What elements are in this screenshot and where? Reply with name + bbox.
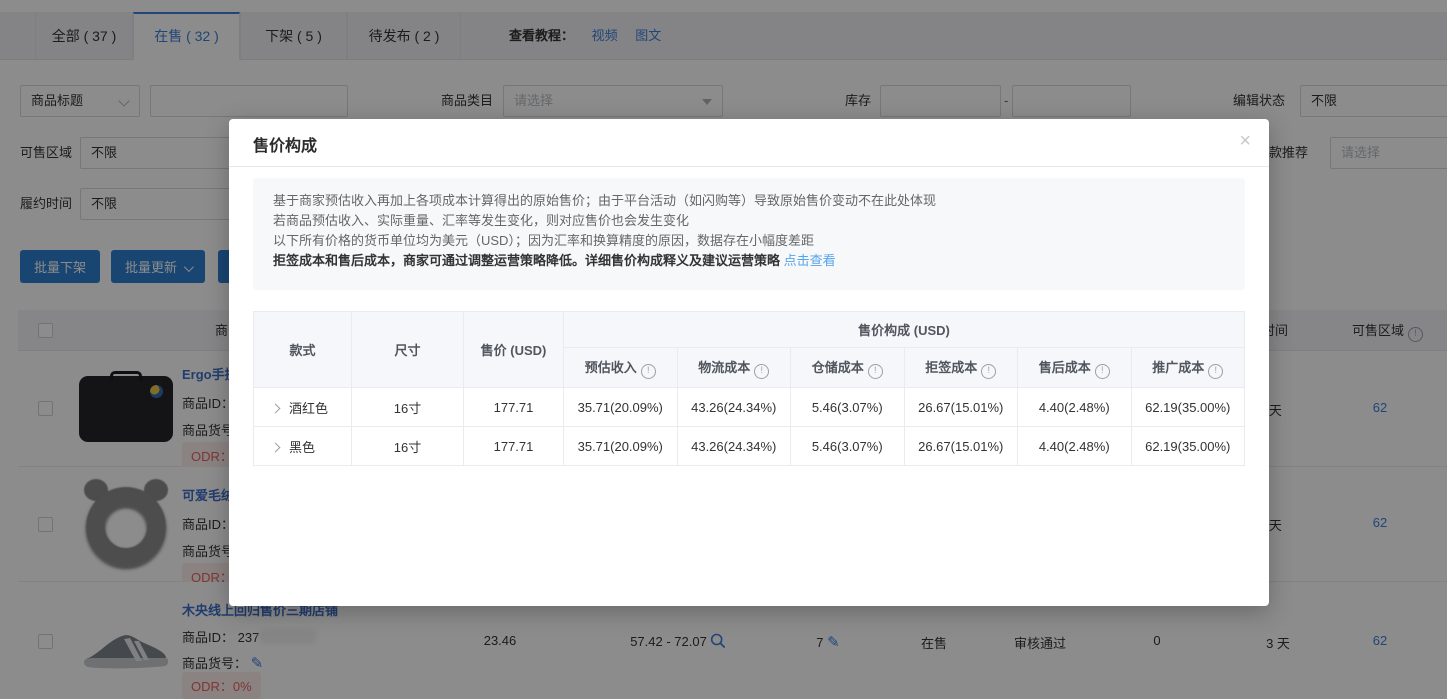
subcol-logistics-header: 物流成本! xyxy=(677,348,791,388)
col-size-header: 尺寸 xyxy=(352,312,464,388)
sku-price: 177.71 xyxy=(464,427,564,466)
expand-chevron-icon[interactable] xyxy=(271,403,281,413)
info-icon[interactable]: ! xyxy=(1095,364,1110,379)
subcol-revenue-header: 预估收入! xyxy=(564,348,678,388)
price-composition-modal: 售价构成 × 基于商家预估收入再加上各项成本计算得出的原始售价；由于平台活动（如… xyxy=(229,119,1269,606)
sku-style: 酒红色 xyxy=(289,401,328,416)
cost-cell: 5.46(3.07%) xyxy=(791,427,905,466)
cost-cell: 35.71(20.09%) xyxy=(564,388,678,427)
col-style-header: 款式 xyxy=(254,312,352,388)
subcol-promotion-header: 推广成本! xyxy=(1131,348,1245,388)
cost-cell: 5.46(3.07%) xyxy=(791,388,905,427)
modal-title: 售价构成 xyxy=(253,132,317,156)
subcol-rejection-header: 拒签成本! xyxy=(904,348,1018,388)
notice-line: 基于商家预估收入再加上各项成本计算得出的原始售价；由于平台活动（如闪购等）导致原… xyxy=(273,191,1225,211)
price-composition-table: 款式 尺寸 售价 (USD) 售价构成 (USD) 预估收入! 物流成本! 仓储… xyxy=(253,311,1245,466)
cost-cell: 4.40(2.48%) xyxy=(1018,388,1132,427)
notice-line: 以下所有价格的货币单位均为美元（USD）；因为汇率和换算精度的原因，数据存在小幅… xyxy=(273,231,1225,251)
sku-price: 177.71 xyxy=(464,388,564,427)
cost-cell: 4.40(2.48%) xyxy=(1018,427,1132,466)
subcol-aftersale-header: 售后成本! xyxy=(1018,348,1132,388)
info-icon[interactable]: ! xyxy=(754,364,769,379)
cost-cell: 62.19(35.00%) xyxy=(1131,388,1245,427)
sku-size: 16寸 xyxy=(352,427,464,466)
cost-cell: 43.26(24.34%) xyxy=(677,427,791,466)
sku-row: 黑色 16寸 177.71 35.71(20.09%) 43.26(24.34%… xyxy=(254,427,1245,466)
sku-size: 16寸 xyxy=(352,388,464,427)
seller-product-management-page: 全部 ( 37 ) 在售 ( 32 ) 下架 ( 5 ) 待发布 ( 2 ) 查… xyxy=(0,0,1447,699)
col-price-header: 售价 (USD) xyxy=(464,312,564,388)
notice-line-bold: 拒签成本和售后成本，商家可通过调整运营策略降低。详细售价构成释义及建议运营策略 … xyxy=(273,251,1225,271)
expand-chevron-icon[interactable] xyxy=(271,442,281,452)
view-details-link[interactable]: 点击查看 xyxy=(784,253,836,268)
cost-cell: 43.26(24.34%) xyxy=(677,388,791,427)
info-icon[interactable]: ! xyxy=(1208,364,1223,379)
info-icon[interactable]: ! xyxy=(868,364,883,379)
cost-cell: 26.67(15.01%) xyxy=(904,427,1018,466)
info-icon[interactable]: ! xyxy=(981,364,996,379)
info-icon[interactable]: ! xyxy=(641,364,656,379)
col-group-header: 售价构成 (USD) xyxy=(564,312,1245,348)
cost-cell: 62.19(35.00%) xyxy=(1131,427,1245,466)
close-icon[interactable]: × xyxy=(1239,129,1251,153)
sku-style: 黑色 xyxy=(289,440,315,455)
notice-line: 若商品预估收入、实际重量、汇率等发生变化，则对应售价也会发生变化 xyxy=(273,211,1225,231)
modal-divider xyxy=(229,166,1269,167)
cost-cell: 35.71(20.09%) xyxy=(564,427,678,466)
cost-cell: 26.67(15.01%) xyxy=(904,388,1018,427)
sku-row: 酒红色 16寸 177.71 35.71(20.09%) 43.26(24.34… xyxy=(254,388,1245,427)
notice-panel: 基于商家预估收入再加上各项成本计算得出的原始售价；由于平台活动（如闪购等）导致原… xyxy=(253,178,1245,290)
subcol-warehouse-header: 仓储成本! xyxy=(791,348,905,388)
